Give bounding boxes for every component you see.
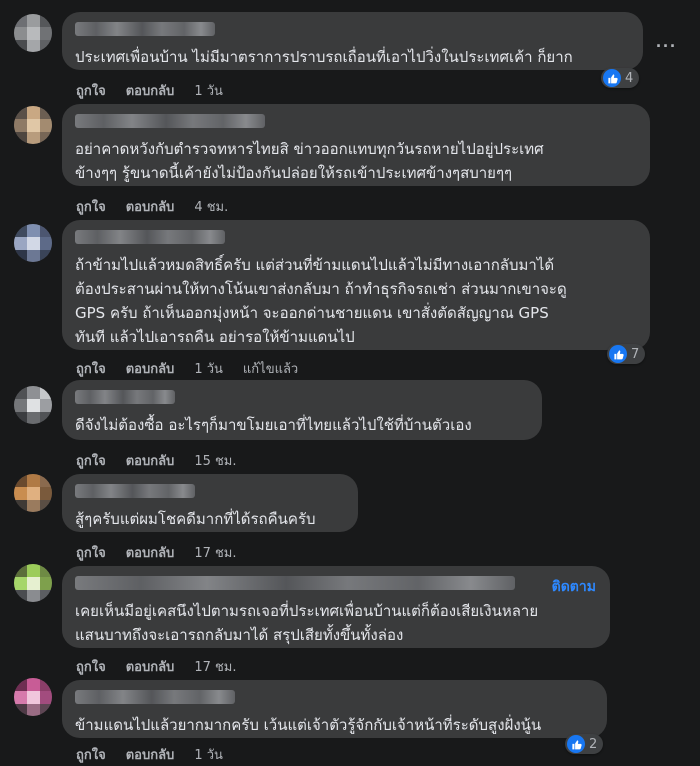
avatar[interactable]	[14, 386, 52, 424]
comment-text: ถ้าข้ามไปแล้วหมดสิทธิ์ครับ แต่ส่วนที่ข้า…	[75, 256, 567, 346]
like-button[interactable]: ถูกใจ	[76, 358, 106, 379]
author-name-blurred[interactable]	[75, 22, 215, 36]
comment-text: ข้ามแดนไปแล้วยากมากครับ เว้นแต่เจ้าตัวรู…	[75, 716, 542, 734]
comment-text: เคยเห็นมีอยู่เคสนึงไปตามรถเจอที่ประเทศเพ…	[75, 602, 539, 644]
comment-actions: ถูกใจ ตอบกลับ 1 วัน แก้ไขแล้ว	[76, 358, 298, 379]
author-name-blurred[interactable]	[75, 484, 195, 498]
timestamp[interactable]: 17 ชม.	[194, 542, 236, 563]
comment-feed: ประเทศเพื่อนบ้าน ไม่มีมาตราการปราบรถเถื่…	[0, 0, 700, 766]
like-icon	[609, 345, 627, 363]
like-button[interactable]: ถูกใจ	[76, 196, 106, 217]
author-name-blurred[interactable]	[75, 114, 265, 128]
timestamp[interactable]: 1 วัน	[194, 80, 223, 101]
reaction-number: 2	[589, 736, 598, 752]
avatar[interactable]	[14, 106, 52, 144]
avatar[interactable]	[14, 678, 52, 716]
comment-bubble: ประเทศเพื่อนบ้าน ไม่มีมาตราการปราบรถเถื่…	[62, 12, 643, 70]
avatar[interactable]	[14, 14, 52, 52]
avatar[interactable]	[14, 224, 52, 262]
comment-bubble: ติดตาม เคยเห็นมีอยู่เคสนึงไปตามรถเจอที่ป…	[62, 566, 610, 648]
timestamp[interactable]: 17 ชม.	[194, 656, 236, 677]
reply-button[interactable]: ตอบกลับ	[126, 358, 175, 379]
author-name-blurred[interactable]	[75, 576, 515, 590]
timestamp[interactable]: 1 วัน	[194, 744, 223, 765]
reply-button[interactable]: ตอบกลับ	[126, 196, 175, 217]
comment-actions: ถูกใจ ตอบกลับ 4 ชม.	[76, 196, 228, 217]
comment-actions: ถูกใจ ตอบกลับ 1 วัน	[76, 80, 223, 101]
comment-bubble: ข้ามแดนไปแล้วยากมากครับ เว้นแต่เจ้าตัวรู…	[62, 680, 607, 738]
like-button[interactable]: ถูกใจ	[76, 744, 106, 765]
avatar[interactable]	[14, 564, 52, 602]
like-button[interactable]: ถูกใจ	[76, 450, 106, 471]
reply-button[interactable]: ตอบกลับ	[126, 80, 175, 101]
reaction-number: 7	[631, 346, 640, 362]
comment-text: สู้ๆครับแต่ผมโชคดีมากที่ได้รถคืนครับ	[75, 510, 316, 528]
comment-actions: ถูกใจ ตอบกลับ 15 ชม.	[76, 450, 237, 471]
comment-bubble: สู้ๆครับแต่ผมโชคดีมากที่ได้รถคืนครับ	[62, 474, 358, 532]
edited-label[interactable]: แก้ไขแล้ว	[243, 358, 298, 379]
timestamp[interactable]: 15 ชม.	[194, 450, 236, 471]
comment-text: ประเทศเพื่อนบ้าน ไม่มีมาตราการปราบรถเถื่…	[75, 48, 573, 66]
timestamp[interactable]: 4 ชม.	[194, 196, 228, 217]
like-button[interactable]: ถูกใจ	[76, 542, 106, 563]
avatar[interactable]	[14, 474, 52, 512]
reply-button[interactable]: ตอบกลับ	[126, 744, 175, 765]
like-button[interactable]: ถูกใจ	[76, 656, 106, 677]
timestamp[interactable]: 1 วัน	[194, 358, 223, 379]
comment-actions: ถูกใจ ตอบกลับ 17 ชม.	[76, 656, 237, 677]
follow-button[interactable]: ติดตาม	[552, 576, 596, 598]
comment-text: ดีจังไม่ต้องซื้อ อะไรๆก็มาขโมยเอาที่ไทยแ…	[75, 416, 472, 434]
like-button[interactable]: ถูกใจ	[76, 80, 106, 101]
comment-bubble: อย่าคาดหวังกับตำรวจทหารไทยสิ ข่าวออกแทบท…	[62, 104, 650, 186]
comment-bubble: ถ้าข้ามไปแล้วหมดสิทธิ์ครับ แต่ส่วนที่ข้า…	[62, 220, 650, 350]
comment-actions: ถูกใจ ตอบกลับ 1 วัน	[76, 744, 223, 765]
reaction-count[interactable]: 7	[607, 344, 646, 364]
reaction-number: 4	[625, 70, 634, 86]
reply-button[interactable]: ตอบกลับ	[126, 656, 175, 677]
like-icon	[603, 69, 621, 87]
comment-text: อย่าคาดหวังกับตำรวจทหารไทยสิ ข่าวออกแทบท…	[75, 140, 544, 182]
reply-button[interactable]: ตอบกลับ	[126, 542, 175, 563]
comment-actions: ถูกใจ ตอบกลับ 17 ชม.	[76, 542, 237, 563]
like-icon	[567, 735, 585, 753]
reaction-count[interactable]: 4	[601, 68, 640, 88]
author-name-blurred[interactable]	[75, 230, 225, 244]
more-options-icon[interactable]: ···	[656, 36, 677, 57]
reply-button[interactable]: ตอบกลับ	[126, 450, 175, 471]
reaction-count[interactable]: 2	[565, 734, 604, 754]
author-name-blurred[interactable]	[75, 690, 235, 704]
comment-bubble: ดีจังไม่ต้องซื้อ อะไรๆก็มาขโมยเอาที่ไทยแ…	[62, 380, 542, 440]
author-name-blurred[interactable]	[75, 390, 175, 404]
